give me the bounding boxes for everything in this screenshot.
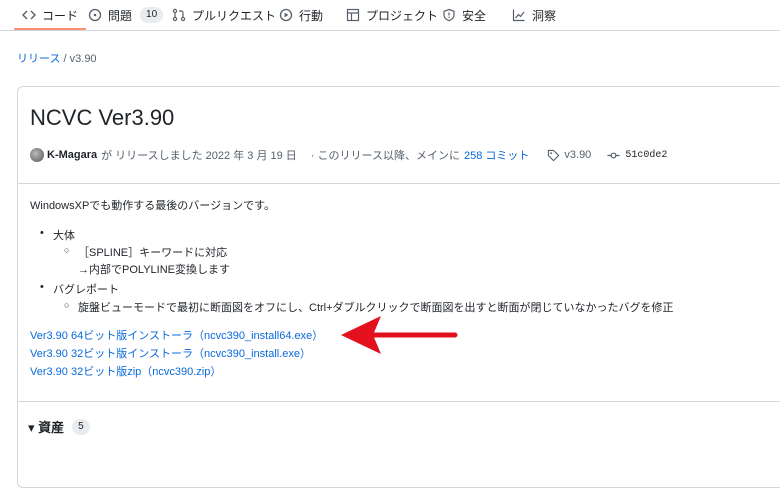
issue-icon	[88, 8, 102, 22]
tab-code-label: コード	[42, 8, 79, 23]
author-link[interactable]: K-Magara	[47, 149, 97, 161]
avatar[interactable]	[30, 148, 44, 162]
tab-pull-requests-label: プルリクエスト	[192, 8, 277, 23]
commit-link[interactable]: 51c0de2	[607, 149, 667, 162]
tag-icon	[547, 149, 560, 162]
commit-icon	[607, 149, 620, 162]
download-link-32bit-zip[interactable]: Ver3.90 32ビット版zip（ncvc390.zip）	[30, 363, 221, 379]
list-subitem-note: →内部でPOLYLINE変換します	[78, 264, 230, 276]
graph-icon	[512, 8, 526, 22]
list-item: 大体	[40, 227, 75, 243]
tab-projects[interactable]: プロジェクト	[346, 0, 438, 30]
breadcrumb: リリース / v3.90	[17, 50, 97, 66]
shield-icon	[442, 8, 456, 22]
tab-actions-label: 行動	[299, 8, 324, 23]
release-title: NCVC Ver3.90	[30, 105, 175, 130]
tab-pull-requests[interactable]: プルリクエスト	[172, 0, 276, 30]
release-description: WindowsXPでも動作する最後のバージョンです。	[30, 200, 275, 212]
tab-actions[interactable]: 行動	[279, 0, 323, 30]
breadcrumb-releases-link[interactable]: リリース	[17, 53, 60, 65]
repo-nav: コード 問題 10 プルリクエスト 行動 プロジェクト 安全 洞察	[0, 0, 780, 31]
divider	[18, 183, 780, 184]
tab-issues-label: 問題	[108, 8, 133, 23]
commits-prefix: · このリリース以降、メインに	[310, 150, 460, 162]
breadcrumb-separator: /	[63, 53, 67, 65]
assets-toggle[interactable]: ▾ 資産 5	[28, 417, 90, 436]
tab-insights[interactable]: 洞察	[512, 0, 556, 30]
tab-security[interactable]: 安全	[442, 0, 486, 30]
tab-insights-label: 洞察	[532, 8, 557, 23]
released-text: が リリースしました 2022 年 3 月 19 日	[101, 150, 297, 162]
tab-security-label: 安全	[462, 8, 487, 23]
assets-label: ▾ 資産	[28, 420, 65, 435]
tag-label: v3.90	[564, 149, 592, 161]
issues-count-badge: 10	[140, 7, 164, 23]
list-subitem: ［SPLINE］キーワードに対応	[64, 244, 227, 260]
red-arrow-annotation	[341, 316, 458, 354]
play-icon	[279, 8, 293, 22]
pull-request-icon	[172, 8, 186, 22]
commit-hash: 51c0de2	[625, 149, 668, 161]
download-link-64bit-installer[interactable]: Ver3.90 64ビット版インストーラ（ncvc390_install64.e…	[30, 327, 323, 343]
list-item: バグレポート	[40, 281, 119, 297]
commits-link[interactable]: 258 コミット	[464, 147, 529, 163]
divider	[18, 401, 780, 402]
breadcrumb-current: v3.90	[69, 53, 97, 65]
tag-link[interactable]: v3.90	[547, 149, 591, 162]
table-icon	[346, 8, 360, 22]
tab-code[interactable]: コード	[13, 0, 87, 30]
code-icon	[22, 8, 36, 22]
release-meta: K-Magara が リリースしました 2022 年 3 月 19 日 · この…	[30, 147, 667, 163]
assets-count-badge: 5	[72, 418, 90, 435]
release-card: NCVC Ver3.90 K-Magara が リリースしました 2022 年 …	[17, 86, 780, 488]
tab-projects-label: プロジェクト	[366, 8, 439, 23]
tab-issues[interactable]: 問題 10	[88, 0, 164, 30]
download-link-32bit-installer[interactable]: Ver3.90 32ビット版インストーラ（ncvc390_install.exe…	[30, 345, 311, 361]
